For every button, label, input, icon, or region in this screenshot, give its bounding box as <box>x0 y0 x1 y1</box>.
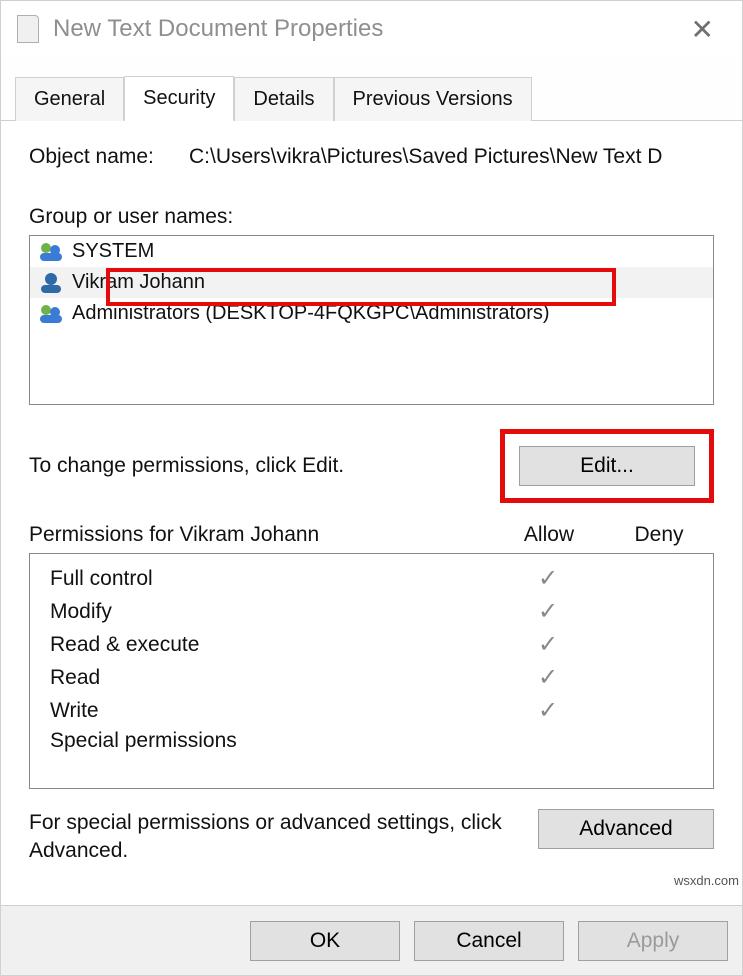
tab-general[interactable]: General <box>15 77 124 121</box>
advanced-text: For special permissions or advanced sett… <box>29 809 514 866</box>
close-icon[interactable]: ✕ <box>679 9 726 50</box>
list-item-label: Vikram Johann <box>72 271 205 294</box>
list-item[interactable]: Administrators (DESKTOP-4FQKGPC\Administ… <box>30 298 713 329</box>
tab-security[interactable]: Security <box>124 76 234 121</box>
edit-button[interactable]: Edit... <box>519 446 695 486</box>
watermark-text: wsxdn.com <box>674 873 739 888</box>
allow-check-icon: ✓ <box>493 564 603 593</box>
list-item-label: Administrators (DESKTOP-4FQKGPC\Administ… <box>72 302 550 325</box>
deny-column-header: Deny <box>604 523 714 547</box>
permission-name: Read & execute <box>50 633 493 657</box>
apply-button[interactable]: Apply <box>578 921 728 961</box>
tab-previous-versions[interactable]: Previous Versions <box>334 77 532 121</box>
permissions-listbox[interactable]: Full control ✓ Modify ✓ Read & execute ✓… <box>29 553 714 789</box>
allow-check-icon: ✓ <box>493 663 603 692</box>
permission-row[interactable]: Modify ✓ <box>30 595 713 628</box>
group-users-label: Group or user names: <box>29 205 714 229</box>
list-item-label: SYSTEM <box>72 240 154 263</box>
users-listbox[interactable]: SYSTEM Vikram Johann Administrators (DES… <box>29 235 714 405</box>
permission-row[interactable]: Special permissions <box>30 727 713 755</box>
permission-row[interactable]: Read ✓ <box>30 661 713 694</box>
annotation-highlight: Edit... <box>500 429 714 503</box>
allow-column-header: Allow <box>494 523 604 547</box>
object-name-value: C:\Users\vikra\Pictures\Saved Pictures\N… <box>189 145 662 169</box>
permission-row[interactable]: Write ✓ <box>30 694 713 727</box>
tab-strip: General Security Details Previous Versio… <box>1 57 742 121</box>
permission-row[interactable]: Full control ✓ <box>30 562 713 595</box>
document-icon <box>17 15 39 43</box>
users-group-icon <box>38 303 64 325</box>
cancel-button[interactable]: Cancel <box>414 921 564 961</box>
allow-check-icon: ✓ <box>493 597 603 626</box>
users-group-icon <box>38 241 64 263</box>
permission-name: Write <box>50 699 493 723</box>
dialog-footer: OK Cancel Apply <box>1 905 742 975</box>
user-icon <box>38 272 64 294</box>
advanced-button[interactable]: Advanced <box>538 809 714 849</box>
permissions-title: Permissions for Vikram Johann <box>29 523 494 547</box>
permission-name: Special permissions <box>50 729 493 753</box>
permissions-header: Permissions for Vikram Johann Allow Deny <box>29 523 714 547</box>
window-title: New Text Document Properties <box>53 15 679 43</box>
tab-details[interactable]: Details <box>234 77 333 121</box>
properties-dialog: New Text Document Properties ✕ General S… <box>0 0 743 976</box>
permission-name: Full control <box>50 567 493 591</box>
edit-permissions-text: To change permissions, click Edit. <box>29 454 500 478</box>
edit-row: To change permissions, click Edit. Edit.… <box>29 429 714 503</box>
titlebar: New Text Document Properties ✕ <box>1 1 742 57</box>
list-item[interactable]: SYSTEM <box>30 236 713 267</box>
permission-name: Modify <box>50 600 493 624</box>
allow-check-icon: ✓ <box>493 696 603 725</box>
tab-content: Object name: C:\Users\vikra\Pictures\Sav… <box>1 121 742 905</box>
object-name-row: Object name: C:\Users\vikra\Pictures\Sav… <box>29 145 714 169</box>
advanced-row: For special permissions or advanced sett… <box>29 809 714 866</box>
allow-check-icon: ✓ <box>493 630 603 659</box>
object-name-label: Object name: <box>29 145 189 169</box>
list-item[interactable]: Vikram Johann <box>30 267 713 298</box>
permission-row[interactable]: Read & execute ✓ <box>30 628 713 661</box>
ok-button[interactable]: OK <box>250 921 400 961</box>
permission-name: Read <box>50 666 493 690</box>
